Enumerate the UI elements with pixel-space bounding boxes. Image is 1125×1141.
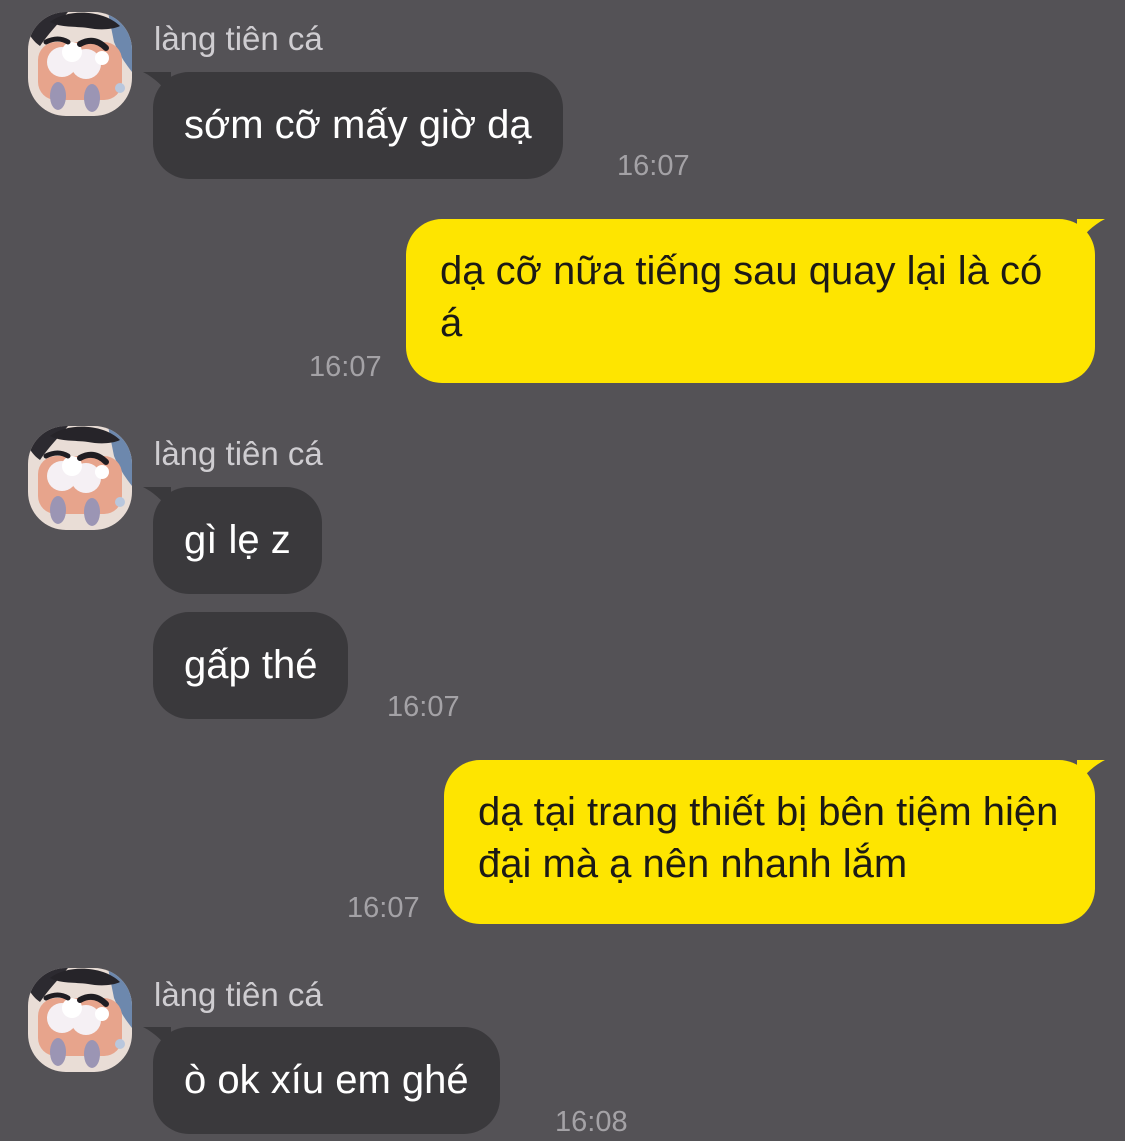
- incoming-message-bubble[interactable]: gấp thé: [153, 612, 349, 719]
- message-timestamp: 16:08: [555, 1106, 628, 1138]
- bubble-tail-icon: [1077, 219, 1105, 245]
- avatar-image: [28, 426, 132, 530]
- bubble-tail-icon: [143, 1027, 171, 1053]
- bubble-tail-icon: [143, 487, 171, 513]
- bubble-tail-icon: [1077, 760, 1105, 786]
- sender-avatar[interactable]: [28, 426, 132, 530]
- sender-avatar[interactable]: [28, 968, 132, 1072]
- incoming-message-bubble[interactable]: gì lẹ z: [143, 487, 322, 594]
- avatar-image: [28, 12, 132, 116]
- sender-name: làng tiên cá: [154, 435, 323, 472]
- outgoing-message-bubble[interactable]: dạ cỡ nữa tiếng sau quay lại là có á: [406, 219, 1105, 383]
- message-text: dạ tại trang thiết bị bên tiệm hiện đại …: [478, 790, 1059, 886]
- message-text: gì lẹ z: [184, 518, 291, 562]
- bubble-tail-icon: [143, 72, 171, 98]
- outgoing-message-bubble[interactable]: dạ tại trang thiết bị bên tiệm hiện đại …: [444, 760, 1105, 924]
- avatar-image: [28, 968, 132, 1072]
- message-text: dạ cỡ nữa tiếng sau quay lại là có á: [440, 249, 1043, 345]
- message-timestamp: 16:07: [309, 351, 382, 383]
- sender-name: làng tiên cá: [154, 976, 323, 1013]
- sender-name: làng tiên cá: [154, 20, 323, 57]
- message-timestamp: 16:07: [387, 691, 460, 723]
- message-timestamp: 16:07: [617, 150, 690, 182]
- message-text: sớm cỡ mấy giờ dạ: [184, 103, 532, 147]
- incoming-message-bubble[interactable]: ò ok xíu em ghé: [143, 1027, 500, 1134]
- incoming-message-bubble[interactable]: sớm cỡ mấy giờ dạ: [143, 72, 563, 179]
- message-timestamp: 16:07: [347, 892, 420, 924]
- sender-avatar[interactable]: [28, 12, 132, 116]
- message-text: ò ok xíu em ghé: [184, 1058, 469, 1102]
- message-text: gấp thé: [184, 643, 318, 687]
